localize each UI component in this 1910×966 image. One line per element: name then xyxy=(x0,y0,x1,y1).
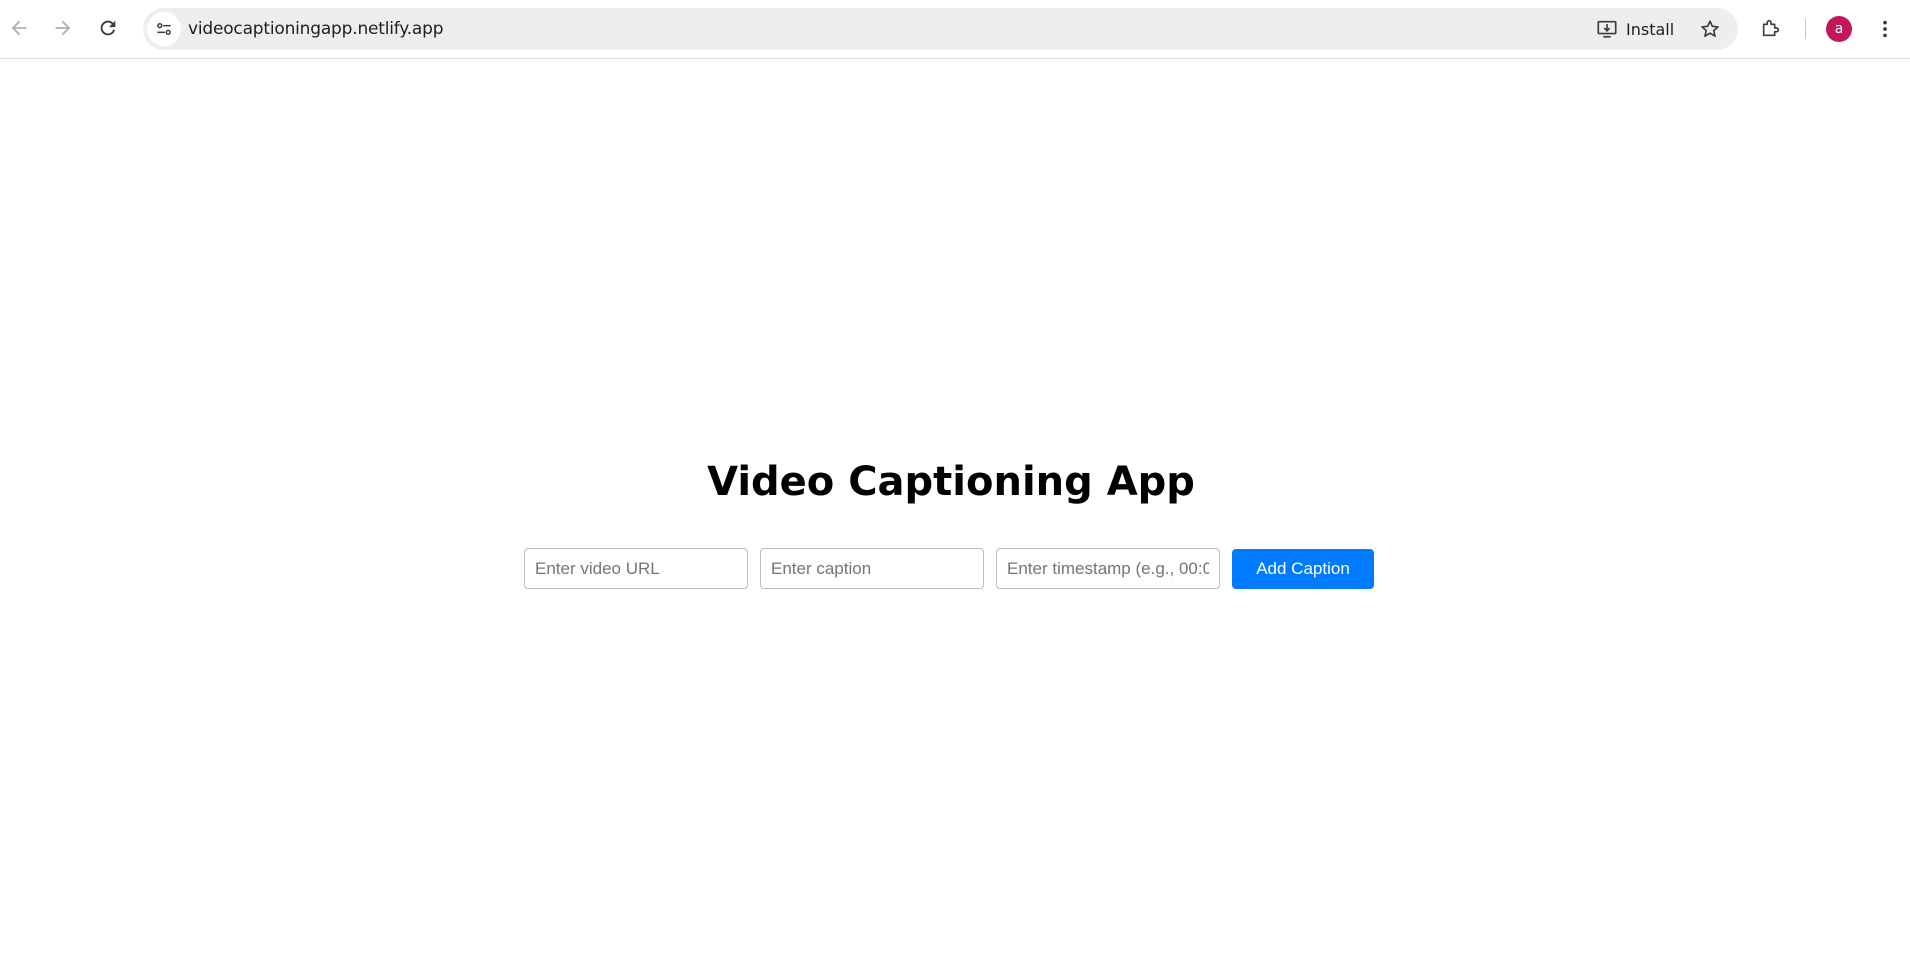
tune-icon xyxy=(157,22,171,35)
puzzle-icon xyxy=(1762,19,1780,37)
star-icon xyxy=(1701,20,1719,37)
install-label: Install xyxy=(1626,19,1675,39)
profile-avatar[interactable]: a xyxy=(1826,16,1852,42)
add-caption-button[interactable]: Add Caption xyxy=(1232,548,1374,589)
url-text[interactable]: videocaptioningapp.netlify.app xyxy=(188,19,444,39)
toolbar-divider xyxy=(1805,19,1806,39)
arrow-right-icon xyxy=(55,20,71,36)
back-button[interactable] xyxy=(2,11,36,45)
caption-form: Add Caption xyxy=(524,548,1374,589)
forward-button[interactable] xyxy=(46,11,80,45)
browser-toolbar: videocaptioningapp.netlify.app Install a xyxy=(0,0,1910,59)
page-content: Video Captioning App Add Caption xyxy=(0,59,1910,966)
site-info-button[interactable] xyxy=(147,12,181,46)
install-desktop-icon xyxy=(1597,20,1617,38)
reload-button[interactable] xyxy=(91,11,125,45)
caption-input[interactable] xyxy=(760,548,984,589)
reload-icon xyxy=(100,20,116,36)
video-url-input[interactable] xyxy=(524,548,748,589)
more-vertical-icon xyxy=(1883,20,1887,38)
install-app-button[interactable]: Install xyxy=(1596,14,1674,44)
page-title: Video Captioning App xyxy=(707,459,1195,505)
bookmark-button[interactable] xyxy=(1694,13,1726,45)
extensions-button[interactable] xyxy=(1754,11,1788,45)
arrow-left-icon xyxy=(11,20,27,36)
address-bar[interactable]: videocaptioningapp.netlify.app Install xyxy=(143,8,1738,50)
browser-menu-button[interactable] xyxy=(1870,12,1900,46)
timestamp-input[interactable] xyxy=(996,548,1220,589)
